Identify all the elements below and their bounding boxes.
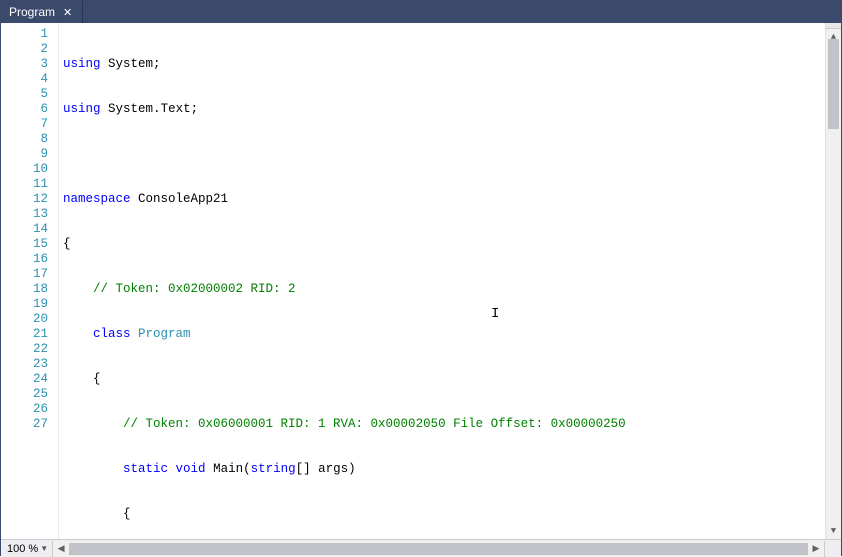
scroll-down-icon[interactable]: ▼ xyxy=(826,523,841,539)
tab-bar: Program ✕ xyxy=(1,1,841,23)
editor: 123 456 789 101112 131415 161718 192021 … xyxy=(1,23,841,539)
status-bar: 100 % ▼ ◀ ▶ xyxy=(1,539,841,557)
vertical-scrollbar[interactable]: ▲ ▼ xyxy=(825,23,841,539)
scroll-thumb-vertical[interactable] xyxy=(828,39,839,129)
code-area[interactable]: using System; using System.Text; namespa… xyxy=(59,23,825,539)
scroll-right-icon[interactable]: ▶ xyxy=(808,543,824,554)
zoom-value: 100 % xyxy=(7,543,38,555)
line-number-gutter: 123 456 789 101112 131415 161718 192021 … xyxy=(1,23,59,539)
horizontal-scrollbar[interactable]: ◀ ▶ xyxy=(52,541,825,557)
scroll-left-icon[interactable]: ◀ xyxy=(53,543,69,554)
text-cursor-icon: I xyxy=(491,307,499,322)
scroll-thumb-horizontal[interactable] xyxy=(69,543,808,555)
zoom-dropdown[interactable]: 100 % ▼ xyxy=(1,543,52,555)
close-icon[interactable]: ✕ xyxy=(61,6,74,19)
tab-program[interactable]: Program ✕ xyxy=(1,1,83,23)
chevron-down-icon: ▼ xyxy=(40,544,48,553)
tab-title: Program xyxy=(9,5,55,19)
